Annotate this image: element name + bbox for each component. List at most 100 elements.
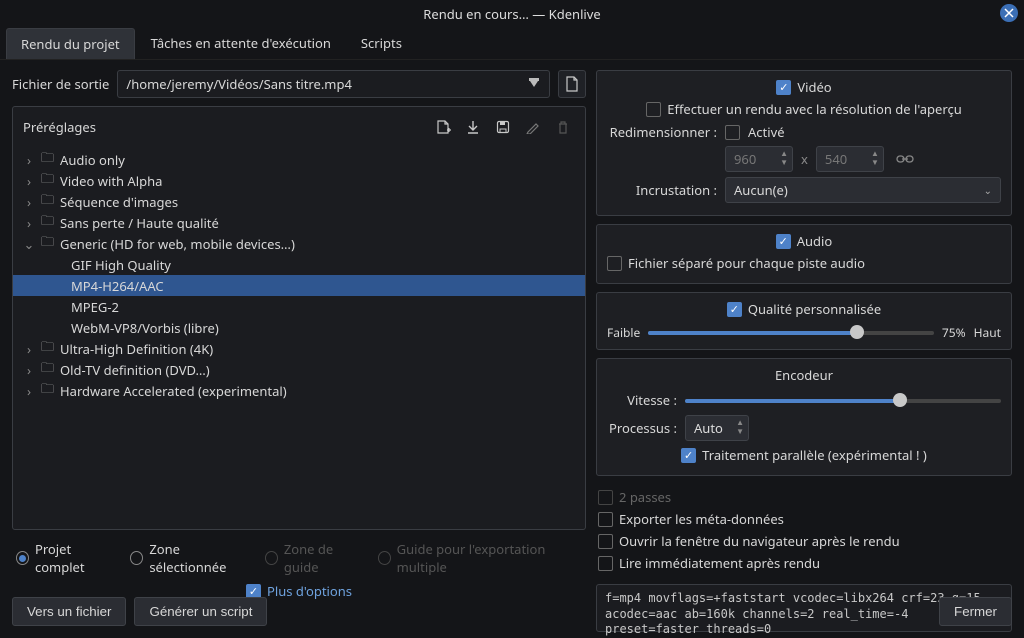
threads-value: Auto: [694, 419, 723, 437]
overlay-label: Incrustation :: [607, 181, 717, 199]
video-enable-checkbox[interactable]: [776, 80, 791, 95]
export-meta-checkbox[interactable]: [598, 512, 613, 527]
tree-item-generic[interactable]: ⌄🗀Generic (HD for web, mobile devices…): [13, 233, 585, 254]
width-value: 960: [734, 150, 756, 168]
resize-enable-checkbox[interactable]: [725, 125, 740, 140]
download-preset-icon[interactable]: [461, 113, 485, 141]
tree-item-oldtv[interactable]: ›🗀Old-TV definition (DVD…): [13, 359, 585, 380]
close-button[interactable]: Fermer: [939, 597, 1012, 626]
window-title: Rendu en cours… — Kdenlive: [423, 5, 600, 23]
encoder-label: Encodeur: [775, 366, 833, 384]
tree-item-imgseq[interactable]: ›🗀Séquence d'images: [13, 191, 585, 212]
tree-item-audio[interactable]: ›🗀Audio only: [13, 149, 585, 170]
preset-tree[interactable]: ›🗀Audio only ›🗀Video with Alpha ›🗀Séquen…: [13, 147, 585, 407]
tree-label: Hardware Accelerated (experimental): [60, 382, 287, 400]
overlay-value: Aucun(e): [734, 181, 788, 199]
quality-panel: Qualité personnalisée Faible 75% Haut: [596, 292, 1012, 350]
speed-label: Vitesse :: [607, 391, 677, 409]
custom-quality-checkbox[interactable]: [727, 302, 742, 317]
x-label: x: [801, 150, 808, 168]
quality-label: Qualité personnalisée: [748, 300, 881, 318]
tree-label: MPEG-2: [71, 298, 119, 316]
two-pass-checkbox: [598, 490, 613, 505]
output-file-label: Fichier de sortie: [12, 75, 109, 93]
preview-res-checkbox[interactable]: [646, 102, 661, 117]
width-spinbox: 960▲▼: [725, 146, 793, 172]
resize-label: Redimensionner :: [607, 123, 717, 141]
open-browser-checkbox[interactable]: [598, 534, 613, 549]
aspect-link-icon: [892, 146, 918, 172]
radio-guide-zone: Zone de guide: [265, 540, 364, 576]
tree-label: Sans perte / Haute qualité: [60, 214, 219, 232]
separate-audio-label: Fichier séparé pour chaque piste audio: [628, 254, 865, 272]
speed-slider[interactable]: [685, 390, 1001, 410]
tree-item-mpeg2[interactable]: MPEG-2: [13, 296, 585, 317]
quality-value: 75%: [942, 324, 966, 341]
quality-low-label: Faible: [607, 324, 640, 341]
radio-full-project[interactable]: Projet complet: [16, 540, 116, 576]
encoder-panel: Encodeur Vitesse : Processus : Auto ▲▼ T…: [596, 358, 1012, 476]
tree-item-hw[interactable]: ›🗀Hardware Accelerated (experimental): [13, 380, 585, 401]
radio-multi-export: Guide pour l'exportation multiple: [378, 540, 582, 576]
tree-item-gif[interactable]: GIF High Quality: [13, 254, 585, 275]
tree-label: Generic (HD for web, mobile devices…): [60, 235, 295, 253]
output-file-value: /home/jeremy/Vidéos/Sans titre.mp4: [126, 75, 352, 93]
output-file-input[interactable]: /home/jeremy/Vidéos/Sans titre.mp4: [117, 70, 550, 98]
chevron-down-icon: ⌄: [984, 183, 992, 197]
preview-res-label: Effectuer un rendu avec la résolution de…: [667, 100, 961, 118]
save-preset-icon[interactable]: [491, 113, 515, 141]
tab-queue[interactable]: Tâches en attente d'exécution: [137, 28, 345, 59]
audio-panel: Audio Fichier séparé pour chaque piste a…: [596, 224, 1012, 284]
height-value: 540: [825, 150, 847, 168]
tree-item-uhd[interactable]: ›🗀Ultra-High Definition (4K): [13, 338, 585, 359]
tree-item-alpha[interactable]: ›🗀Video with Alpha: [13, 170, 585, 191]
tree-label: Séquence d'images: [60, 193, 178, 211]
tree-label: Audio only: [60, 151, 125, 169]
tree-label: GIF High Quality: [71, 256, 171, 274]
titlebar: Rendu en cours… — Kdenlive: [0, 0, 1024, 28]
presets-label: Préréglages: [23, 118, 96, 136]
two-pass-label: 2 passes: [619, 488, 671, 506]
render-to-file-button[interactable]: Vers un fichier: [12, 597, 126, 626]
tree-label: Ultra-High Definition (4K): [60, 340, 213, 358]
video-label: Vidéo: [797, 78, 831, 96]
radio-selected-zone[interactable]: Zone sélectionnée: [130, 540, 251, 576]
extra-options: 2 passes Exporter les méta-données Ouvri…: [596, 484, 1012, 576]
open-browser-label: Ouvrir la fenêtre du navigateur après le…: [619, 532, 900, 550]
tree-item-mp4[interactable]: MP4-H264/AAC: [13, 275, 585, 296]
tree-label: WebM-VP8/Vorbis (libre): [71, 319, 219, 337]
resize-enable-label: Activé: [748, 123, 785, 141]
video-panel: Vidéo Effectuer un rendu avec la résolut…: [596, 70, 1012, 216]
edit-preset-icon[interactable]: [521, 113, 545, 141]
close-window-button[interactable]: [1000, 4, 1018, 22]
tree-label: Video with Alpha: [60, 172, 162, 190]
audio-label: Audio: [797, 232, 833, 250]
clear-file-icon[interactable]: [527, 76, 543, 92]
audio-enable-checkbox[interactable]: [776, 234, 791, 249]
new-preset-icon[interactable]: [431, 113, 455, 141]
radio-label: Projet complet: [35, 540, 116, 576]
delete-preset-icon[interactable]: [551, 113, 575, 141]
export-meta-label: Exporter les méta-données: [619, 510, 784, 528]
overlay-select[interactable]: Aucun(e) ⌄: [725, 177, 1001, 203]
threads-spinbox[interactable]: Auto ▲▼: [685, 415, 749, 441]
tree-item-lossless[interactable]: ›🗀Sans perte / Haute qualité: [13, 212, 585, 233]
quality-high-label: Haut: [974, 324, 1001, 341]
threads-label: Processus :: [607, 419, 677, 437]
tab-scripts[interactable]: Scripts: [347, 28, 416, 59]
tab-project-render[interactable]: Rendu du projet: [6, 28, 135, 59]
tree-label: Old-TV definition (DVD…): [60, 361, 210, 379]
parallel-checkbox[interactable]: [681, 448, 696, 463]
tree-item-webm[interactable]: WebM-VP8/Vorbis (libre): [13, 317, 585, 338]
play-after-label: Lire immédiatement après rendu: [619, 554, 820, 572]
height-spinbox: 540▲▼: [816, 146, 884, 172]
generate-script-button[interactable]: Générer un script: [134, 597, 267, 626]
quality-slider[interactable]: [648, 322, 934, 342]
play-after-checkbox[interactable]: [598, 556, 613, 571]
parallel-label: Traitement parallèle (expérimental ! ): [702, 446, 927, 464]
separate-audio-checkbox[interactable]: [607, 256, 622, 271]
tree-label: MP4-H264/AAC: [71, 277, 164, 295]
main-tabs: Rendu du projet Tâches en attente d'exéc…: [0, 28, 1024, 60]
radio-label: Zone sélectionnée: [149, 540, 251, 576]
browse-file-button[interactable]: [558, 70, 586, 98]
